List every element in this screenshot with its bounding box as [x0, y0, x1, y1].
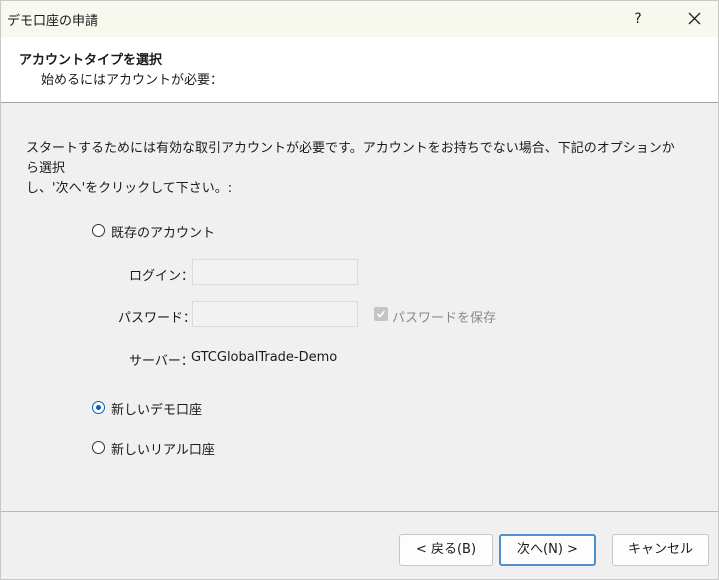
intro-text: スタートするためには有効な取引アカウントが必要です。アカウントをお持ちでない場合…: [26, 139, 686, 199]
window-title: デモ口座の申請: [7, 14, 99, 29]
help-button[interactable]: ?: [621, 1, 655, 37]
intro-line-1: スタートするためには有効な取引アカウントが必要です。アカウントをお持ちでない場合…: [26, 141, 675, 176]
wizard-header: アカウントタイプを選択 始めるにはアカウントが必要：: [1, 37, 718, 103]
new-demo-account-label[interactable]: 新しいデモ口座: [111, 399, 202, 418]
server-value: GTCGlobalTrade-Demo: [191, 350, 338, 365]
intro-line-2: し、'次へ'をクリックして下さい。:: [26, 181, 233, 196]
check-icon: [376, 310, 386, 318]
cancel-button[interactable]: キャンセル: [612, 534, 709, 566]
footer-divider: [1, 511, 718, 512]
close-button[interactable]: [677, 1, 713, 37]
close-icon: [688, 12, 701, 25]
title-bar: デモ口座の申請 ?: [1, 1, 718, 37]
radio-new-real-account[interactable]: [92, 441, 105, 454]
next-button[interactable]: 次へ(N) >: [499, 534, 596, 566]
header-title: アカウントタイプを選択: [19, 53, 163, 68]
password-input[interactable]: [192, 301, 358, 327]
password-label: パスワード：: [118, 311, 197, 326]
header-subtitle: 始めるにはアカウントが必要：: [41, 73, 224, 88]
save-password-label[interactable]: パスワードを保存: [392, 307, 496, 326]
new-real-account-label[interactable]: 新しいリアル口座: [111, 439, 215, 458]
existing-account-label[interactable]: 既存のアカウント: [111, 222, 215, 241]
back-button[interactable]: < 戻る(B): [399, 534, 493, 566]
server-label: サーバー：: [129, 354, 194, 369]
radio-existing-account[interactable]: [92, 224, 105, 237]
dialog-window: デモ口座の申請 ? アカウントタイプを選択 始めるにはアカウントが必要： スター…: [0, 0, 719, 580]
save-password-checkbox[interactable]: [374, 307, 388, 321]
login-label: ログイン：: [129, 269, 195, 284]
login-input[interactable]: [192, 259, 358, 285]
radio-new-demo-account[interactable]: [92, 401, 105, 414]
